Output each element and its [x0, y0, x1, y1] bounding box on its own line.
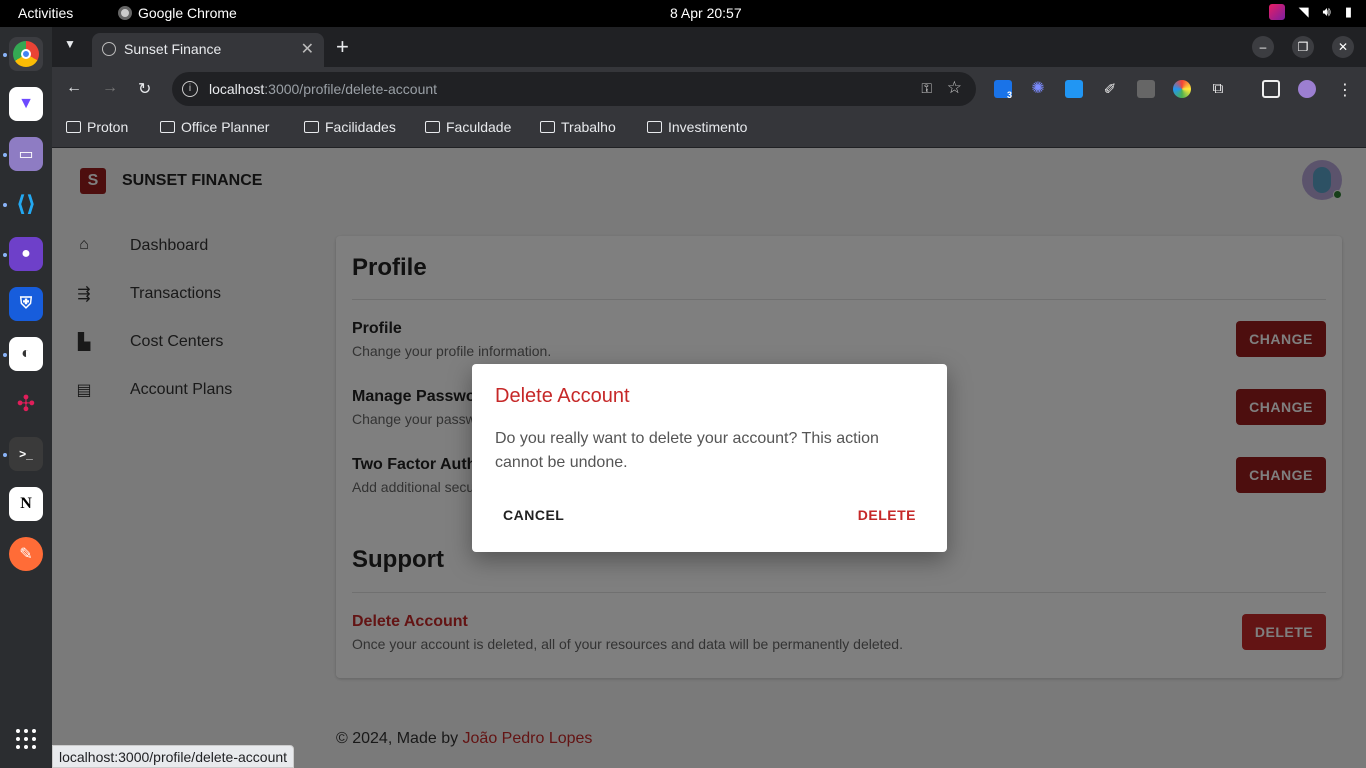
app-icon[interactable]: ◐ [9, 337, 43, 371]
browser-toolbar: ← → ↻ i localhost:3000/profile/delete-ac… [52, 67, 1366, 112]
password-key-icon[interactable]: ⚿ [921, 80, 932, 97]
chrome-small-icon [118, 6, 132, 20]
eyedropper-icon[interactable]: ✐ [1101, 80, 1119, 98]
dialog-title: Delete Account [495, 385, 630, 407]
notion-icon[interactable]: N [9, 487, 43, 521]
app-name: Google Chrome [138, 5, 237, 21]
volume-icon[interactable]: 🔊︎ [1323, 4, 1331, 20]
vscode-icon[interactable]: ⟨⟩ [9, 187, 43, 221]
extension-fi-icon[interactable] [1065, 80, 1083, 98]
close-window-icon[interactable]: ✕ [1332, 36, 1354, 58]
system-tray[interactable]: ◥ 🔊︎ ▮ [1268, 4, 1352, 20]
running-indicator [3, 353, 7, 357]
app-menu[interactable]: Google Chrome [118, 5, 237, 21]
running-indicator [3, 253, 7, 257]
new-tab-button[interactable]: + [336, 34, 349, 60]
bookmark-folder[interactable]: Investimento [647, 119, 747, 135]
battery-icon[interactable]: ▮ [1345, 4, 1352, 20]
show-apps-icon[interactable] [16, 729, 36, 749]
url-text[interactable]: localhost:3000/profile/delete-account [209, 81, 437, 97]
running-indicator [3, 53, 7, 57]
tab-title: Sunset Finance [124, 41, 222, 57]
side-panel-icon[interactable] [1262, 80, 1280, 98]
color-picker-icon[interactable] [1173, 80, 1191, 98]
chrome-icon[interactable] [9, 37, 43, 71]
terminal-icon[interactable]: >_ [9, 437, 43, 471]
extension-code-icon[interactable] [1137, 80, 1155, 98]
activities-button[interactable]: Activities [18, 5, 73, 21]
tab-strip: ▼ Sunset Finance ✕ + – ❐ ✕ [52, 27, 1366, 67]
files-icon[interactable]: ▭ [9, 137, 43, 171]
reload-icon[interactable]: ↻ [138, 79, 151, 99]
delete-account-dialog: Delete Account Do you really want to del… [472, 364, 947, 552]
tray-app-icon[interactable] [1268, 4, 1285, 20]
cancel-button[interactable]: CANCEL [494, 503, 573, 527]
bitwarden-icon[interactable]: ⛨ [9, 287, 43, 321]
close-tab-icon[interactable]: ✕ [301, 39, 314, 59]
globe-icon [102, 42, 116, 56]
bookmark-folder[interactable]: Trabalho [540, 119, 616, 135]
slack-icon[interactable]: ✣ [9, 387, 43, 421]
site-info-icon[interactable]: i [182, 81, 198, 97]
clock[interactable]: 8 Apr 20:57 [670, 5, 742, 21]
forward-icon[interactable]: → [102, 79, 118, 97]
bookmark-folder[interactable]: Office Planner [160, 119, 269, 135]
bookmark-folder[interactable]: Faculdade [425, 119, 511, 135]
wifi-icon[interactable]: ◥ [1299, 4, 1309, 20]
extension-sparkle-icon[interactable]: ✺ [1029, 80, 1047, 98]
running-indicator [3, 453, 7, 457]
github-icon[interactable]: ● [9, 237, 43, 271]
minimize-icon[interactable]: – [1252, 36, 1274, 58]
system-top-bar: Activities Google Chrome 8 Apr 20:57 ◥ 🔊… [0, 0, 1366, 27]
dialog-message: Do you really want to delete your accoun… [495, 430, 879, 471]
running-indicator [3, 153, 7, 157]
postman-icon[interactable]: ✎ [9, 537, 43, 571]
folder-icon [66, 121, 81, 133]
bookmarks-bar: Proton Office Planner Facilidades Faculd… [52, 112, 1366, 148]
folder-icon [304, 121, 319, 133]
link-status-bubble: localhost:3000/profile/delete-account [52, 745, 295, 768]
folder-icon [160, 121, 175, 133]
bookmark-folder[interactable]: Proton [66, 119, 128, 135]
extensions-puzzle-icon[interactable]: ⧉ [1209, 80, 1227, 98]
bookmark-folder[interactable]: Facilidades [304, 119, 396, 135]
confirm-delete-button[interactable]: DELETE [849, 503, 925, 527]
restore-icon[interactable]: ❐ [1292, 36, 1314, 58]
bookmark-star-icon[interactable]: ☆ [947, 78, 962, 98]
proton-vpn-icon[interactable]: ▼ [9, 87, 43, 121]
profile-avatar-icon[interactable] [1298, 80, 1316, 98]
back-icon[interactable]: ← [66, 79, 82, 97]
running-indicator [3, 203, 7, 207]
menu-kebab-icon[interactable]: ⋮ [1336, 80, 1354, 99]
folder-icon [647, 121, 662, 133]
address-bar[interactable]: i localhost:3000/profile/delete-account … [172, 72, 976, 106]
dock: ▼ ▭ ⟨⟩ ● ⛨ ◐ ✣ >_ N ✎ [0, 27, 52, 768]
tab-search-chevron-icon[interactable]: ▼ [64, 37, 76, 51]
folder-icon [540, 121, 555, 133]
extension-badge-icon[interactable]: 3 [994, 80, 1012, 100]
folder-icon [425, 121, 440, 133]
browser-tab[interactable]: Sunset Finance ✕ [92, 33, 324, 67]
